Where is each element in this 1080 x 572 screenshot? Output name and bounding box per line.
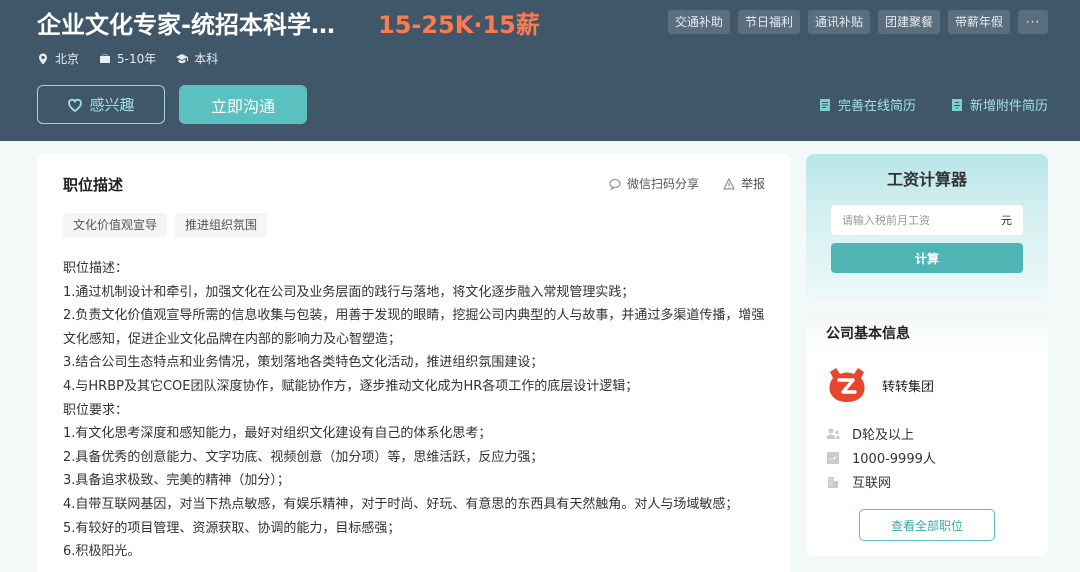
description-title: 职位描述: [63, 176, 124, 194]
calculate-button[interactable]: 计算: [831, 243, 1023, 273]
resume-links: 完善在线简历 新增附件简历: [818, 95, 1048, 114]
description-line: 4.与HRBP及其它COE团队深度协作，赋能协作方，逐步推动文化成为HR各项工作…: [63, 378, 639, 394]
job-description-card: 职位描述 微信扫码分享 举报 文化价值观宣导 推进组织氛围 职位描述： 1.通过…: [37, 154, 791, 572]
company-section-title: 公司基本信息: [826, 326, 910, 342]
wechat-icon: [609, 178, 621, 190]
job-meta: 北京 5-10年 本科: [37, 50, 218, 68]
company-info-card: 公司基本信息 转转集团 D轮及以上 1000-9999人 互联网 查看全部职位: [806, 312, 1048, 556]
description-text: 职位描述： 1.通过机制设计和牵引，加强文化在公司及业务层面的践行与落地，将文化…: [63, 257, 773, 564]
chart-icon: [827, 451, 839, 464]
description-line: 1.通过机制设计和牵引，加强文化在公司及业务层面的践行与落地，将文化逐步融入常规…: [63, 284, 635, 300]
report-label: 举报: [740, 177, 765, 191]
share-label: 微信扫码分享: [626, 177, 699, 191]
salary: 15-25K·15薪: [378, 11, 540, 39]
report-button[interactable]: 举报: [722, 175, 765, 192]
attach-resume-label: 新增附件简历: [969, 99, 1048, 114]
company-size-text: 1000-9999人: [852, 452, 936, 467]
more-benefits-button[interactable]: ···: [1018, 10, 1048, 34]
location-pin-icon: [39, 53, 47, 65]
experience: 5-10年: [99, 50, 156, 68]
building-icon: [828, 476, 838, 488]
online-resume-label: 完善在线简历: [837, 99, 916, 114]
education-text: 本科: [194, 52, 219, 66]
description-line: 6.积极阳光。: [63, 544, 141, 560]
benefit-tag: 交通补助: [667, 10, 730, 34]
chat-now-button[interactable]: 立即沟通: [179, 85, 307, 124]
description-line: 5.有较好的项目管理、资源获取、协调的能力，目标感强；: [63, 520, 401, 536]
description-line: 1.有文化思考深度和感知能力，最好对组织文化建设有自己的体系化思考；: [63, 426, 492, 442]
description-line: 3.结合公司生态特点和业务情况，策划落地各类特色文化活动，推进组织氛围建设；: [63, 355, 544, 371]
description-line: 2.具备优秀的创意能力、文字功底、视频创意（加分项）等，思维活跃，反应力强；: [63, 449, 544, 465]
description-line: 3.具备追求极致、完美的精神（加分）；: [63, 473, 290, 489]
currency-unit: 元: [1001, 214, 1012, 227]
interest-button[interactable]: 感兴趣: [37, 85, 165, 124]
skill-tags: 文化价值观宣导 推进组织氛围: [63, 213, 268, 237]
benefit-tag: 节日福利: [737, 10, 800, 34]
description-line: 职位描述：: [63, 261, 129, 276]
salary-calculator: 工资计算器 元 计算: [806, 154, 1048, 299]
calculator-title: 工资计算器: [886, 170, 967, 189]
experience-text: 5-10年: [117, 52, 157, 66]
warning-icon: [722, 177, 735, 190]
heart-icon: [68, 98, 83, 112]
location: 北京: [37, 50, 79, 68]
company-logo[interactable]: [826, 366, 868, 404]
online-resume-link[interactable]: 完善在线简历: [818, 95, 916, 114]
graduation-cap-icon: [176, 54, 189, 64]
company-stage: D轮及以上: [826, 424, 914, 443]
attachment-resume-icon: [951, 98, 962, 111]
salary-input-wrap: 元: [831, 205, 1023, 235]
funding-icon: [826, 428, 840, 439]
description-line: 4.自带互联网基因，对当下热点敏感，有娱乐精神，对于时尚、好玩、有意思的东西具有…: [63, 496, 739, 512]
location-text: 北京: [55, 52, 80, 66]
resume-icon: [819, 98, 830, 111]
job-title: 企业文化专家-统招本科学…: [37, 11, 335, 39]
interest-label: 感兴趣: [89, 96, 135, 114]
company-name[interactable]: 转转集团: [882, 376, 934, 395]
job-header: 企业文化专家-统招本科学… 15-25K·15薪 交通补助 节日福利 通讯补贴 …: [0, 0, 1080, 141]
company-industry: 互联网: [826, 472, 891, 491]
company-size: 1000-9999人: [826, 448, 936, 467]
benefit-tags: 交通补助 节日福利 通讯补贴 团建聚餐 带薪年假 ···: [667, 10, 1048, 34]
company-stage-text: D轮及以上: [852, 428, 915, 443]
skill-tag: 文化价值观宣导: [63, 213, 168, 237]
salary-input[interactable]: [831, 205, 1001, 235]
attach-resume-link[interactable]: 新增附件简历: [950, 95, 1048, 114]
company-industry-text: 互联网: [852, 476, 892, 491]
benefit-tag: 通讯补贴: [807, 10, 870, 34]
briefcase-icon: [100, 54, 111, 63]
description-line: 2.负责文化价值观宣导所需的信息收集与包装，用善于发现的眼睛，挖掘公司内典型的人…: [63, 308, 765, 347]
wechat-share-button[interactable]: 微信扫码分享: [609, 175, 699, 192]
benefit-tag: 团建聚餐: [877, 10, 940, 34]
education: 本科: [176, 50, 218, 68]
description-line: 职位要求：: [63, 402, 129, 418]
benefit-tag: 带薪年假: [947, 10, 1010, 34]
view-all-jobs-button[interactable]: 查看全部职位: [859, 509, 995, 541]
skill-tag: 推进组织氛围: [175, 213, 268, 237]
